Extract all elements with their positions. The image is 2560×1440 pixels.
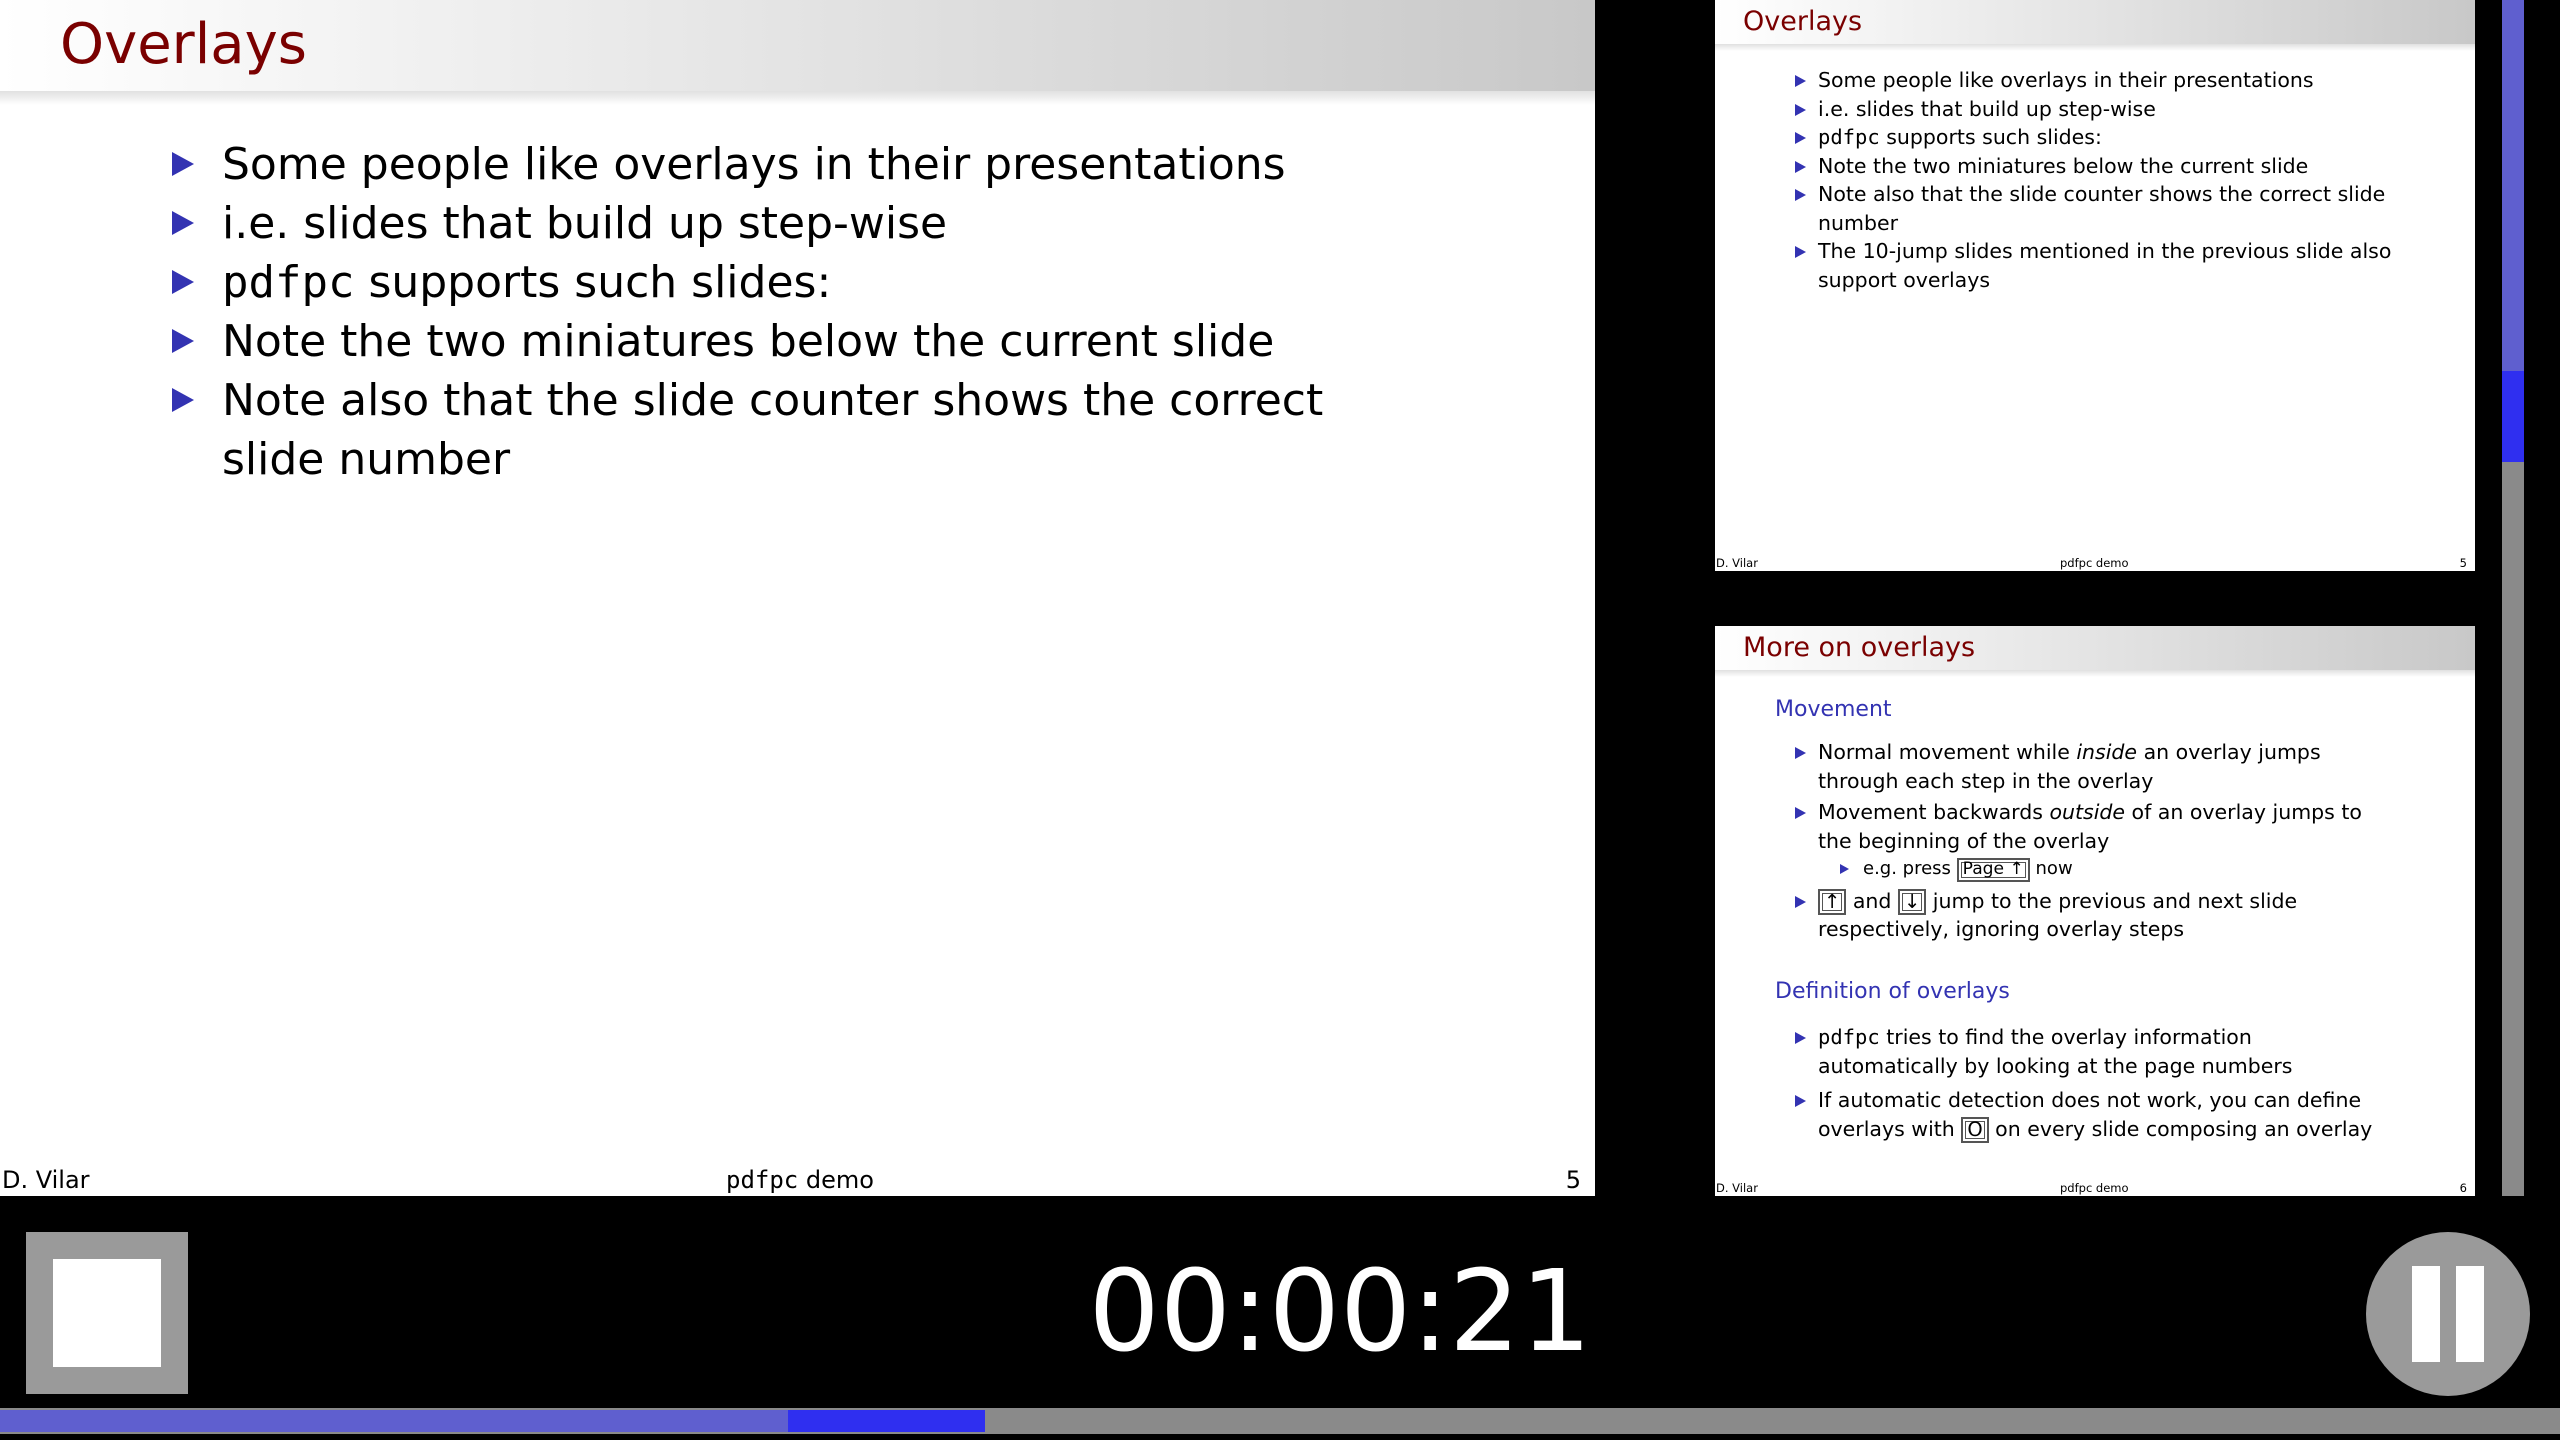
next-slide-preview: Overlays Some people like overlays in th… [1715, 0, 2475, 571]
footer-title: pdfpc demo [2060, 1181, 2129, 1195]
item-text: tries to find the overlay information au… [1818, 1025, 2293, 1078]
footer-title-rest: demo [798, 1166, 874, 1194]
footer-page-number: 6 [2459, 1181, 2467, 1195]
bullet-triangle-icon [172, 211, 194, 235]
stop-icon [53, 1259, 161, 1367]
item-text: Some people like overlays in their prese… [1818, 68, 2314, 92]
item-text: supports such slides: [1879, 125, 2102, 149]
footer-title-code: pdfpc [726, 1166, 799, 1194]
pause-icon-bar-left [2412, 1266, 2440, 1362]
list-item: Note also that the slide counter shows t… [172, 371, 1372, 489]
arrow-down-key-icon: ↓ [1897, 888, 1927, 915]
item-text: Some people like overlays in their prese… [222, 139, 1286, 190]
presentation-progress-bar[interactable] [0, 1408, 2560, 1434]
item-code: pdfpc [222, 257, 355, 308]
list-item: ↑ and ↓ jump to the previous and next sl… [1793, 887, 2393, 944]
bullet-triangle-icon [1795, 103, 1806, 116]
item-text: i.e. slides that build up step-wise [1818, 96, 2156, 121]
list-item: Note also that the slide counter shows t… [1793, 180, 2393, 237]
footer-title: pdfpc demo [726, 1166, 874, 1194]
list-item: If automatic detection does not work, yo… [1793, 1086, 2393, 1143]
list-item: Movement backwards outside of an overlay… [1793, 798, 2393, 855]
list-item: The 10-jump slides mentioned in the prev… [1793, 237, 2393, 294]
bullet-list: Some people like overlays in their prese… [172, 135, 1372, 489]
footer-author: D. Vilar [1716, 1181, 1758, 1195]
bullet-list: Some people like overlays in their prese… [1793, 66, 2393, 294]
list-item: Note the two miniatures below the curren… [1793, 152, 2393, 181]
item-text: Note also that the slide counter shows t… [222, 375, 1324, 485]
scrollbar-done-fill [2502, 0, 2524, 371]
list-item: Normal movement while inside an overlay … [1793, 738, 2393, 795]
bullet-triangle-icon [1795, 189, 1806, 201]
list-item: pdfpc supports such slides: [1793, 123, 2393, 152]
block-title-movement: Movement [1775, 697, 1892, 722]
slide-title: Overlays [1743, 6, 1863, 37]
bullet-triangle-icon [1795, 160, 1806, 173]
item-text: Movement backwards [1818, 800, 2050, 824]
bullet-triangle-icon [1795, 1032, 1806, 1044]
list-item: i.e. slides that build up step-wise [1793, 95, 2393, 124]
bullet-triangle-icon [1795, 807, 1806, 819]
item-text: now [2029, 858, 2073, 879]
frametitle-shadow [1715, 44, 2475, 51]
sub-list-item: e.g. press Page ↑ now [1793, 855, 2393, 884]
bullet-triangle-icon [1795, 246, 1806, 258]
item-text: The 10-jump slides mentioned in the prev… [1818, 239, 2392, 292]
stop-button[interactable] [26, 1232, 188, 1394]
item-text: i.e. slides that build up step-wise [222, 198, 948, 249]
definition-list: pdfpc tries to find the overlay informat… [1793, 1023, 2393, 1143]
scrollbar-current-thumb[interactable] [2502, 371, 2524, 462]
bullet-triangle-icon [172, 388, 194, 412]
list-item: i.e. slides that build up step-wise [172, 194, 1372, 253]
page-up-key-icon: Page ↑ [1956, 858, 2030, 882]
pause-button[interactable] [2366, 1232, 2530, 1396]
item-emphasis: outside [2049, 800, 2126, 824]
list-item: pdfpc supports such slides: [172, 253, 1372, 312]
list-item: Some people like overlays in their prese… [172, 135, 1372, 194]
bullet-triangle-icon [172, 329, 194, 353]
slide-scrollbar[interactable] [2502, 0, 2524, 1196]
arrow-up-key-icon: ↑ [1818, 888, 1847, 915]
block-title-definition: Definition of overlays [1775, 979, 2010, 1004]
list-item: Note the two miniatures below the curren… [172, 312, 1372, 371]
pause-icon-bar-right [2456, 1266, 2484, 1362]
footer-author: D. Vilar [2, 1166, 90, 1194]
item-text: on every slide composing an overlay [1988, 1116, 2373, 1141]
footer-page-number: 5 [1565, 1166, 1581, 1194]
item-emphasis: inside [2076, 740, 2138, 764]
item-code: pdfpc [1818, 125, 1880, 149]
bullet-triangle-icon [172, 270, 194, 294]
progress-current-fill [788, 1410, 985, 1432]
bullet-triangle-icon [1795, 747, 1806, 759]
list-item: pdfpc tries to find the overlay informat… [1793, 1023, 2393, 1080]
bullet-triangle-icon [1795, 895, 1806, 908]
slide-title: Overlays [60, 12, 307, 77]
next-next-slide-preview: More on overlays Movement Normal movemen… [1715, 626, 2475, 1196]
footer-title: pdfpc demo [2060, 556, 2129, 570]
item-text: Note the two miniatures below the curren… [222, 316, 1275, 367]
bullet-triangle-icon [1795, 1095, 1806, 1107]
timer-display: 00:00:21 [1088, 1247, 1592, 1377]
item-text: Normal movement while [1818, 740, 2077, 764]
bullet-triangle-icon [172, 152, 194, 176]
movement-list: Normal movement while inside an overlay … [1793, 738, 2393, 944]
bullet-triangle-icon [1795, 132, 1806, 144]
item-text: Note the two miniatures below the curren… [1818, 153, 2309, 178]
item-code: pdfpc [1818, 1025, 1880, 1049]
o-key-icon: O [1961, 1116, 1989, 1143]
footer-page-number: 5 [2459, 556, 2467, 570]
current-slide: Overlays Some people like overlays in th… [0, 0, 1595, 1196]
progress-done-fill [0, 1410, 788, 1432]
list-item: Some people like overlays in their prese… [1793, 66, 2393, 95]
frametitle-shadow [1715, 670, 2475, 677]
frametitle-shadow [0, 91, 1595, 105]
slide-title: More on overlays [1743, 632, 1976, 663]
item-text: supports such slides: [354, 257, 832, 308]
item-text: Note also that the slide counter shows t… [1818, 182, 2386, 235]
item-text: and [1846, 888, 1898, 913]
bullet-triangle-icon [1795, 75, 1806, 87]
bullet-triangle-icon [1840, 864, 1849, 874]
footer-author: D. Vilar [1716, 556, 1758, 570]
item-text: e.g. press [1863, 858, 1957, 879]
